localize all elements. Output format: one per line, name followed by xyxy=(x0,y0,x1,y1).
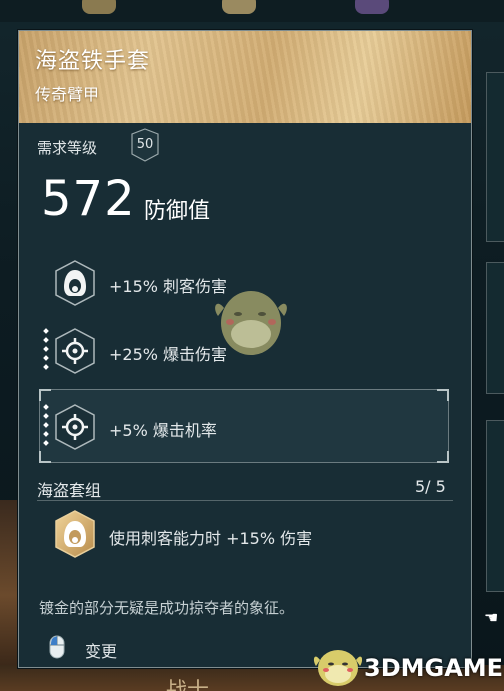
character-name-text: 战士 xyxy=(165,673,209,691)
site-logo: 3DMGAME xyxy=(312,642,504,688)
set-bonus-text: 使用刺客能力时 +15% 伤害 xyxy=(109,529,313,548)
upgrade-tier-dots-icon xyxy=(43,328,49,370)
tooltip-header: 海盗铁手套 传奇臂甲 xyxy=(19,31,471,123)
inventory-item-icon[interactable] xyxy=(355,0,389,14)
item-name: 海盗铁手套 xyxy=(35,49,151,74)
level-value: 50 xyxy=(136,137,154,152)
side-slot[interactable] xyxy=(486,420,504,592)
level-badge: 50 xyxy=(131,128,159,162)
side-slot[interactable] xyxy=(486,72,504,242)
side-slot[interactable] xyxy=(486,262,504,394)
defense-value: 572 xyxy=(41,171,136,227)
hand-cursor-icon: ☚ xyxy=(484,608,499,627)
defense-label: 防御值 xyxy=(144,199,211,224)
crosshair-icon xyxy=(55,404,95,450)
hooded-assassin-icon xyxy=(55,510,95,558)
site-logo-text: 3DMGAME xyxy=(364,654,504,682)
item-rarity-type: 传奇臂甲 xyxy=(35,85,100,104)
mouse-icon xyxy=(49,635,65,659)
change-button[interactable]: 变更 xyxy=(85,638,117,662)
set-name: 海盗套组 xyxy=(37,481,102,500)
mascot-logo-icon xyxy=(313,650,362,686)
required-level-label: 需求等级 xyxy=(37,139,98,157)
crosshair-icon xyxy=(55,328,95,374)
perk-text: +5% 爆击机率 xyxy=(109,421,217,440)
hooded-assassin-icon xyxy=(55,260,95,306)
mascot-watermark-icon xyxy=(215,291,287,355)
set-count: 5/ 5 xyxy=(415,477,446,496)
flavor-text: 镀金的部分无疑是成功掠夺者的象征。 xyxy=(39,599,295,617)
inventory-item-icon[interactable] xyxy=(222,0,256,14)
divider xyxy=(37,500,453,501)
upgrade-tier-dots-icon xyxy=(43,404,49,446)
perk-row: +5% 爆击机率 xyxy=(19,397,471,453)
inventory-item-icon[interactable] xyxy=(82,0,116,14)
